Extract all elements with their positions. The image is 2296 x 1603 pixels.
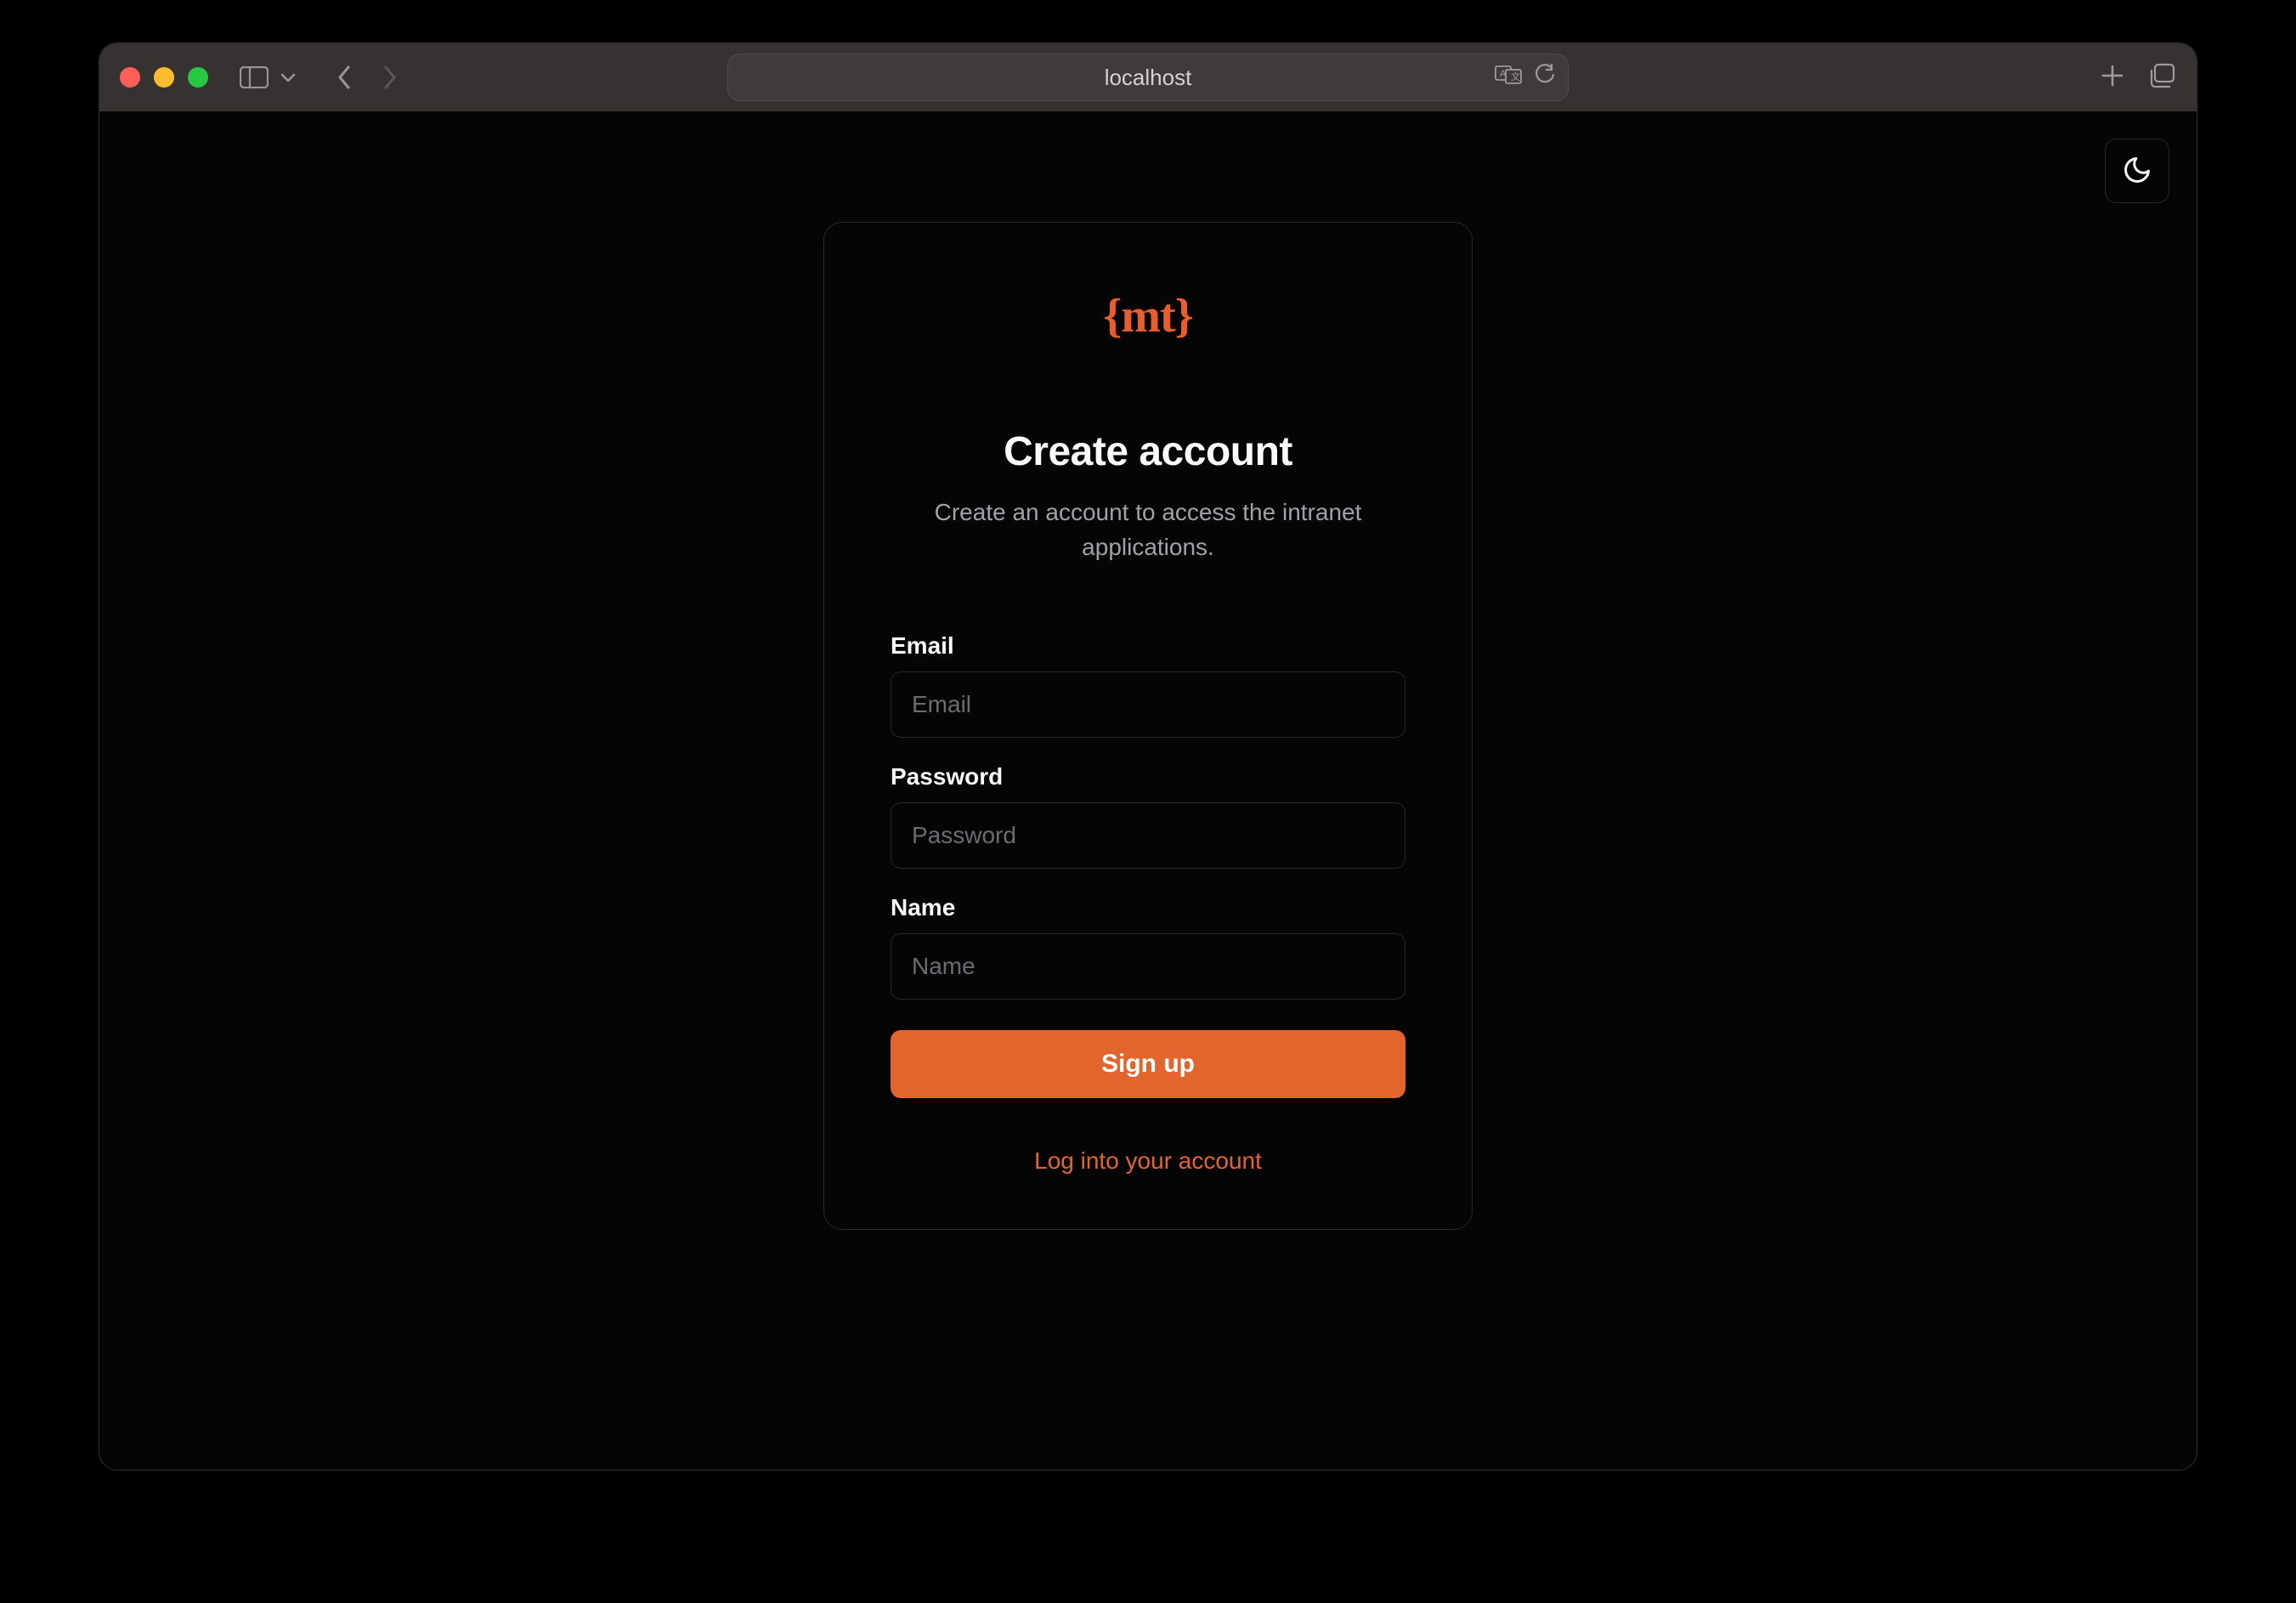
page-subtitle: Create an account to access the intranet… (891, 496, 1405, 564)
maximize-window-button[interactable] (188, 67, 208, 88)
email-field-group: Email (891, 632, 1405, 738)
translate-icon[interactable]: A文 (1495, 64, 1522, 92)
password-label: Password (891, 763, 1405, 790)
moon-icon (2122, 155, 2152, 188)
name-label: Name (891, 894, 1405, 921)
minimize-window-button[interactable] (154, 67, 174, 88)
tab-overview-icon[interactable] (2149, 63, 2176, 93)
password-input[interactable] (891, 802, 1405, 869)
close-window-button[interactable] (120, 67, 140, 88)
forward-button[interactable] (375, 62, 405, 93)
reload-icon[interactable] (1534, 64, 1556, 92)
address-text: localhost (1105, 65, 1192, 91)
sidebar-toggle-icon[interactable] (239, 62, 269, 93)
back-button[interactable] (329, 62, 359, 93)
signup-card: {mt} Create account Create an account to… (823, 222, 1473, 1230)
address-bar[interactable]: localhost A文 (727, 54, 1569, 101)
navigation-arrows (329, 62, 405, 93)
email-input[interactable] (891, 671, 1405, 738)
right-toolbar (2100, 63, 2176, 93)
svg-text:A: A (1500, 69, 1507, 79)
new-tab-icon[interactable] (2100, 63, 2125, 93)
svg-text:文: 文 (1511, 71, 1520, 82)
browser-window: localhost A文 {mt (99, 42, 2197, 1470)
tab-overview-dropdown-icon[interactable] (273, 62, 303, 93)
address-bar-actions: A文 (1495, 64, 1556, 92)
signup-button[interactable]: Sign up (891, 1030, 1405, 1098)
name-input[interactable] (891, 933, 1405, 1000)
email-label: Email (891, 632, 1405, 660)
sidebar-toggle-group (239, 62, 303, 93)
window-controls (120, 67, 208, 88)
theme-toggle-button[interactable] (2105, 139, 2169, 203)
page-viewport: {mt} Create account Create an account to… (99, 111, 2197, 1470)
browser-title-bar: localhost A文 (99, 43, 2197, 111)
logo: {mt} (891, 289, 1405, 343)
page-title: Create account (891, 428, 1405, 475)
login-link[interactable]: Log into your account (891, 1147, 1405, 1175)
name-field-group: Name (891, 894, 1405, 1000)
password-field-group: Password (891, 763, 1405, 869)
